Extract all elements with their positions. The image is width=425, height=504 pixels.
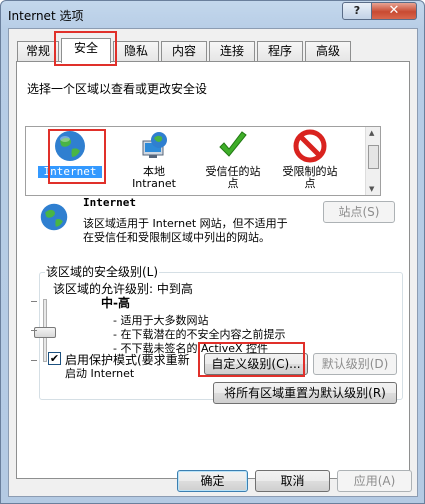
zone-restricted-sites[interactable]: 受限制的站 点 xyxy=(272,129,348,190)
security-tab-panel: 选择一个区域以查看或更改安全设 Internet 本地 Intranet 受信任… xyxy=(16,61,410,479)
slider-tick xyxy=(31,360,37,361)
intranet-icon xyxy=(142,132,167,158)
dialog-body: 常规 安全 隐私 内容 连接 程序 高级 选择一个区域以查看或更改安全设 Int… xyxy=(8,28,418,497)
custom-level-highlight xyxy=(198,342,305,377)
reset-all-zones-button[interactable]: 将所有区域重置为默认级别(R) xyxy=(213,382,397,404)
security-tab-highlight xyxy=(54,31,117,66)
tab-programs[interactable]: 程序 xyxy=(257,41,303,62)
cancel-button[interactable]: 取消 xyxy=(255,470,330,492)
title-bar[interactable]: Internet 选项 ? ✕ xyxy=(1,1,424,28)
zone-info-desc-line2: 在受信任和受限制区域中列出的网站。 xyxy=(83,231,270,244)
ok-button[interactable]: 确定 xyxy=(177,470,248,492)
trusted-check-icon xyxy=(219,131,247,157)
zone-info-globe-icon xyxy=(40,203,68,231)
scroll-thumb[interactable] xyxy=(368,145,379,169)
protected-mode-label-line2: 启动 Internet xyxy=(65,367,135,380)
zone-local-intranet[interactable]: 本地 Intranet xyxy=(122,129,186,190)
tab-general[interactable]: 常规 xyxy=(17,41,59,62)
internet-options-window: Internet 选项 ? ✕ 常规 安全 隐私 内容 连接 程序 高级 选择一… xyxy=(0,0,425,504)
tab-advanced[interactable]: 高级 xyxy=(305,41,351,62)
zone-info-title: Internet xyxy=(83,196,136,209)
slider-tick xyxy=(31,301,37,302)
tab-content[interactable]: 内容 xyxy=(161,41,207,62)
security-level-name: 中-高 xyxy=(101,296,130,310)
zone-list-scrollbar[interactable]: ▲ ▼ xyxy=(365,127,380,195)
zone-trusted-sites[interactable]: 受信任的站 点 xyxy=(196,129,270,190)
help-button[interactable]: ? xyxy=(342,2,372,20)
default-level-button[interactable]: 默认级别(D) xyxy=(313,353,397,375)
slider-tick xyxy=(31,330,37,331)
scroll-down-icon[interactable]: ▼ xyxy=(369,185,374,193)
zone-trusted-label: 受信任的站 点 xyxy=(205,165,261,190)
security-level-heading: 该区域的安全级别(L) xyxy=(45,263,160,280)
security-slider-thumb[interactable] xyxy=(34,327,56,338)
scroll-up-icon[interactable]: ▲ xyxy=(369,129,374,137)
tab-connections[interactable]: 连接 xyxy=(209,41,255,62)
close-button[interactable]: ✕ xyxy=(371,2,417,20)
sites-button[interactable]: 站点(S) xyxy=(323,201,395,223)
protected-mode-checkbox[interactable]: ✔ xyxy=(48,352,61,365)
window-title: Internet 选项 xyxy=(8,9,84,23)
restricted-icon xyxy=(293,129,327,163)
tab-privacy[interactable]: 隐私 xyxy=(113,41,159,62)
zone-intranet-label: 本地 Intranet xyxy=(132,165,176,190)
zone-prompt: 选择一个区域以查看或更改安全设 xyxy=(27,82,208,96)
zone-restricted-label: 受限制的站 点 xyxy=(282,165,338,190)
apply-button[interactable]: 应用(A) xyxy=(337,470,412,492)
internet-zone-highlight xyxy=(48,129,106,184)
